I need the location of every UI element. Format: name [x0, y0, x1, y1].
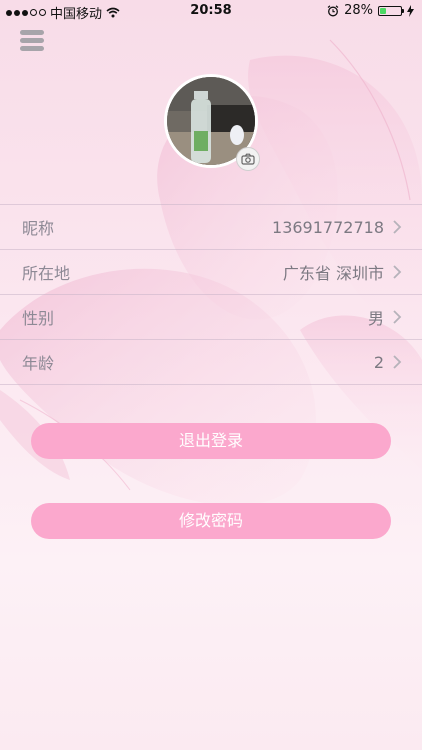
profile-info-list: 昵称 13691772718 所在地 广东省 深圳市 性别 男 年龄 2	[0, 204, 422, 385]
profile-row-gender[interactable]: 性别 男	[0, 294, 422, 339]
row-label: 性别	[22, 309, 55, 328]
menu-icon-bar	[20, 38, 44, 43]
menu-icon-bar	[20, 30, 44, 35]
profile-row-location[interactable]: 所在地 广东省 深圳市	[0, 249, 422, 294]
change-password-button[interactable]: 修改密码	[31, 503, 391, 539]
row-label: 年龄	[22, 354, 55, 373]
chevron-right-icon	[393, 310, 402, 324]
battery-icon	[378, 5, 404, 16]
profile-row-age[interactable]: 年龄 2	[0, 339, 422, 385]
battery-fill	[380, 7, 387, 14]
logout-button[interactable]: 退出登录	[31, 423, 391, 459]
chevron-right-icon	[393, 220, 402, 234]
row-value: 13691772718	[272, 217, 384, 237]
menu-icon-bar	[20, 46, 44, 51]
battery-percentage: 28%	[344, 3, 373, 18]
row-value: 广东省 深圳市	[282, 264, 384, 283]
row-value: 男	[367, 309, 384, 328]
row-value: 2	[373, 352, 384, 372]
change-avatar-button[interactable]	[236, 147, 260, 171]
row-label: 所在地	[22, 264, 71, 283]
charging-bolt-icon	[407, 4, 414, 17]
camera-icon	[241, 153, 255, 165]
profile-row-nickname[interactable]: 昵称 13691772718	[0, 204, 422, 249]
menu-button[interactable]	[20, 30, 44, 52]
alarm-clock-icon	[327, 4, 339, 16]
chevron-right-icon	[393, 355, 402, 369]
chevron-right-icon	[393, 265, 402, 279]
avatar-container[interactable]	[164, 74, 260, 171]
row-label: 昵称	[22, 219, 55, 238]
status-bar: 中国移动 20:58 28%	[0, 0, 422, 22]
status-right: 28%	[327, 3, 414, 18]
